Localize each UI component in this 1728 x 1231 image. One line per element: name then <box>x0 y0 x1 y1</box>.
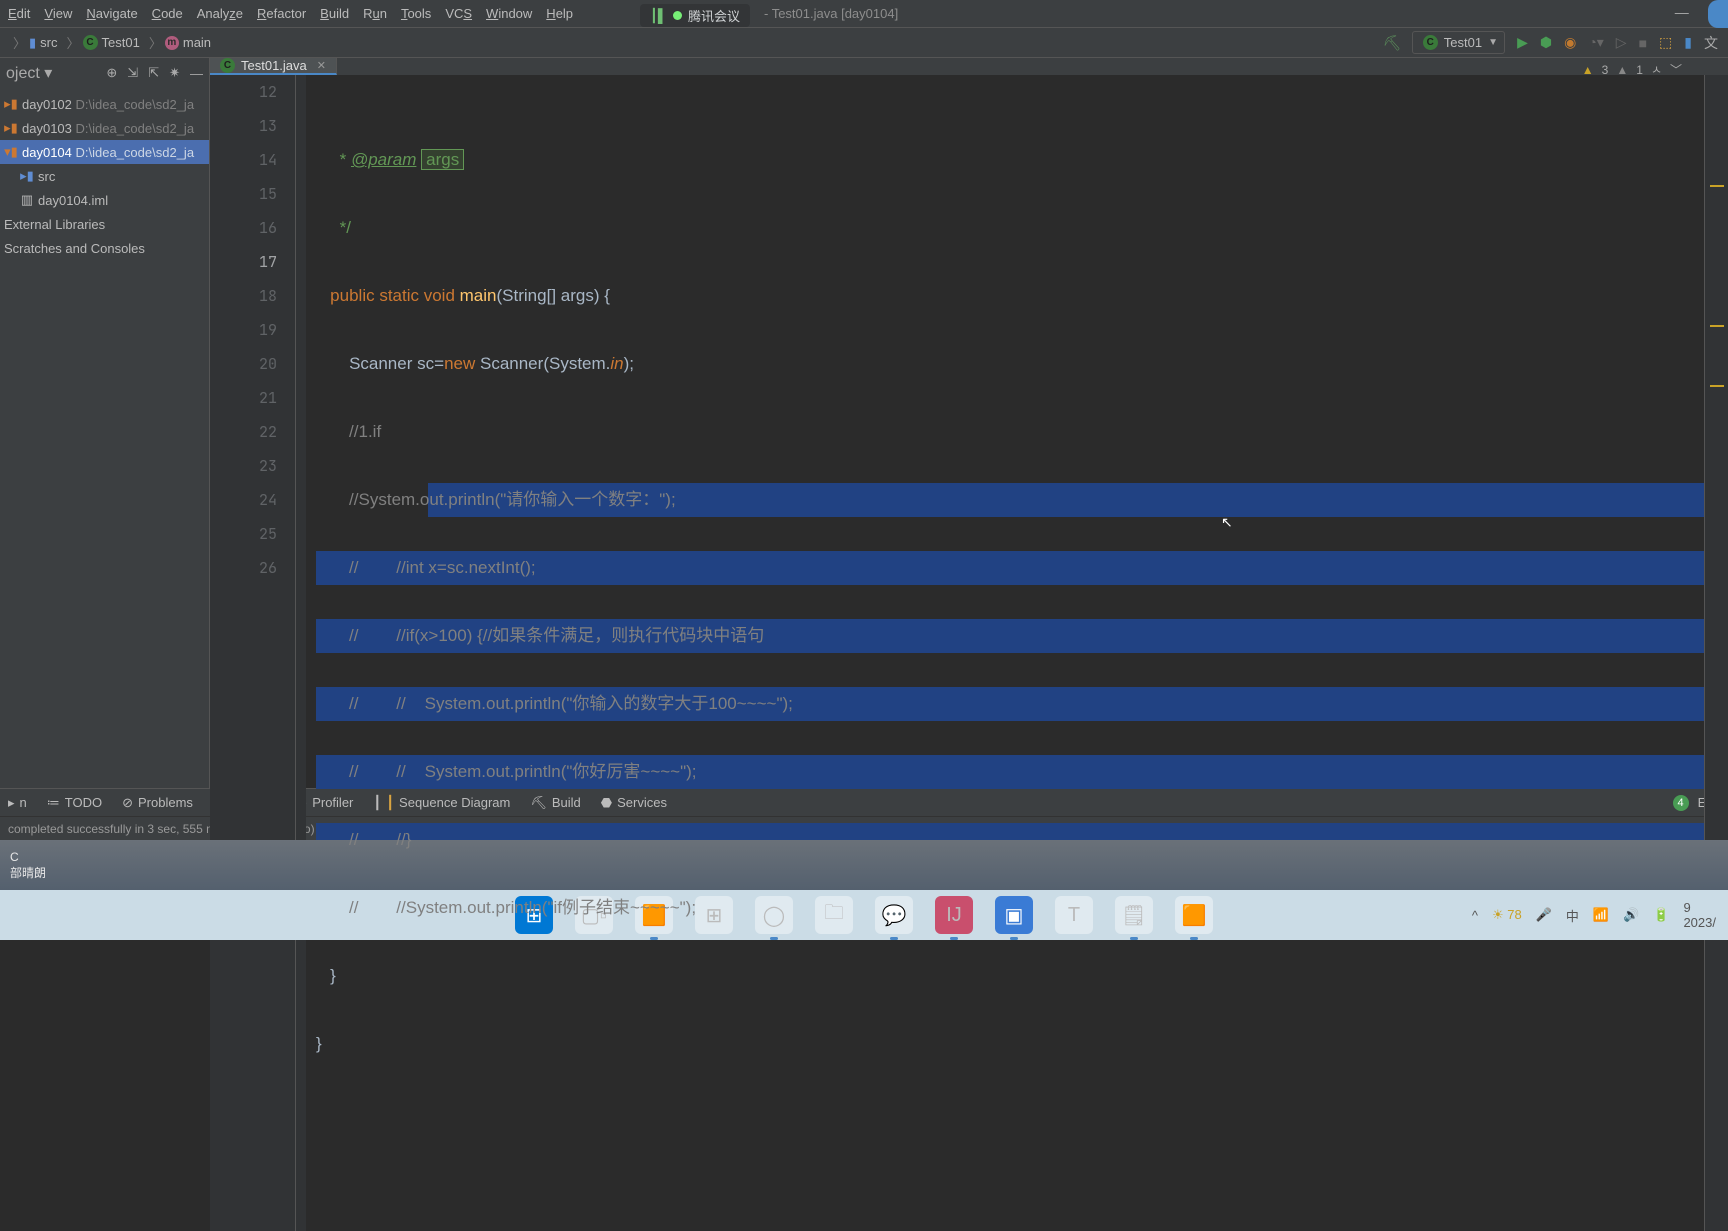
menu-help[interactable]: Help <box>546 6 573 21</box>
gutter[interactable]: 12 13 14 15 16 17 18 19 20 21 22 23 24 2… <box>210 75 296 1231</box>
menu-vcs[interactable]: VCS <box>445 6 472 21</box>
tray-temperature[interactable]: ☀ 78 <box>1492 907 1522 923</box>
stop-button[interactable]: ■ <box>1639 35 1647 51</box>
menu-run[interactable]: Run <box>363 6 387 21</box>
tray-battery-icon[interactable]: 🔋 <box>1653 907 1669 923</box>
settings-icon[interactable]: ✷ <box>169 65 180 81</box>
run-button[interactable]: ▶ <box>1517 34 1528 51</box>
expand-icon[interactable]: ⇲ <box>127 65 138 81</box>
tray-wifi-icon[interactable]: 📶 <box>1593 907 1609 923</box>
tree-node-day0103[interactable]: ▸▮day0103 D:\idea_code\sd2_ja <box>0 116 209 140</box>
code-area[interactable]: ▲3 ▲1 ㅅ ﹀ * @param args */ public static… <box>306 75 1704 1231</box>
tree-node-day0102[interactable]: ▸▮day0102 D:\idea_code\sd2_ja <box>0 92 209 116</box>
inspection-widget[interactable]: ▲3 ▲1 ㅅ ﹀ <box>1582 53 1682 87</box>
menu-build[interactable]: Build <box>320 6 349 21</box>
tab-run[interactable]: ▸ n <box>8 795 27 811</box>
code-with-me-icon[interactable]: ⬚ <box>1659 34 1672 51</box>
ide-settings-icon[interactable]: 文 <box>1704 33 1718 53</box>
project-header: oject ▾ ⊕ ⇲ ⇱ ✷ — <box>0 58 209 88</box>
system-tray: ^ ☀ 78 🎤 中 📶 🔊 🔋 92023/ <box>1472 900 1716 930</box>
taskbar-wechat[interactable]: 💬 <box>875 896 913 934</box>
build-button[interactable]: ⛏ <box>1383 34 1402 52</box>
desktop-weather-widget[interactable]: C 部晴朗 <box>0 840 1728 890</box>
project-tree[interactable]: ▸▮day0102 D:\idea_code\sd2_ja ▸▮day0103 … <box>0 88 209 788</box>
warning-icon: ▲ <box>1582 53 1594 87</box>
weak-warning-icon: ▲ <box>1616 53 1628 87</box>
tree-node-scratches[interactable]: Scratches and Consoles <box>0 236 209 260</box>
profile-button[interactable]: ◔▾ <box>1588 34 1603 51</box>
error-stripe[interactable] <box>1704 75 1728 1231</box>
menu-view[interactable]: View <box>44 6 72 21</box>
taskbar-explorer[interactable]: 🗀 <box>815 896 853 934</box>
attach-button[interactable]: ▷ <box>1616 34 1627 51</box>
menu-analyze[interactable]: Analyze <box>197 6 243 21</box>
tree-node-day0104[interactable]: ▾▮day0104 D:\idea_code\sd2_ja <box>0 140 209 164</box>
navigation-bar: 〉 ▮src 〉 CTest01 〉 mmain ⛏ CTest01▼ ▶ ⬢ … <box>0 28 1728 58</box>
project-label: oject ▾ <box>6 63 52 83</box>
tree-node-src[interactable]: ▸▮src <box>0 164 209 188</box>
tray-volume-icon[interactable]: 🔊 <box>1623 907 1639 923</box>
tray-mic-icon[interactable]: 🎤 <box>1536 907 1552 923</box>
breadcrumb-class[interactable]: CTest01 <box>83 35 140 50</box>
meeting-icon: ┃▌ <box>650 8 667 24</box>
collapse-icon[interactable]: ⇱ <box>148 65 159 81</box>
menu-code[interactable]: Code <box>152 6 183 21</box>
editor-tabs: C Test01.java ✕ <box>210 58 1728 75</box>
tab-test01[interactable]: C Test01.java ✕ <box>210 58 337 75</box>
debug-button[interactable]: ⬢ <box>1540 34 1552 51</box>
taskbar-intellij[interactable]: IJ <box>935 896 973 934</box>
close-tab-icon[interactable]: ✕ <box>317 59 326 72</box>
tab-label: Test01.java <box>241 58 307 73</box>
class-icon: C <box>220 58 235 73</box>
tray-ime[interactable]: 中 <box>1566 906 1579 925</box>
tray-clock[interactable]: 92023/ <box>1683 900 1716 930</box>
tab-todo[interactable]: ≔ TODO <box>47 795 102 811</box>
profile-avatar[interactable] <box>1708 0 1728 28</box>
menu-refactor[interactable]: Refactor <box>257 6 306 21</box>
tree-node-external-libraries[interactable]: External Libraries <box>0 212 209 236</box>
minimize-button[interactable]: — <box>1675 4 1689 21</box>
editor: C Test01.java ✕ 12 13 14 15 16 17 18 19 … <box>210 58 1728 788</box>
taskbar-meeting[interactable]: ▣ <box>995 896 1033 934</box>
recording-dot-icon <box>673 11 682 20</box>
menu-navigate[interactable]: Navigate <box>86 6 137 21</box>
hide-icon[interactable]: — <box>190 66 203 81</box>
meeting-name: 腾讯会议 <box>688 6 740 25</box>
tray-chevron-icon[interactable]: ^ <box>1472 908 1478 923</box>
menu-tools[interactable]: Tools <box>401 6 431 21</box>
project-tool-window: oject ▾ ⊕ ⇲ ⇱ ✷ — ▸▮day0102 D:\idea_code… <box>0 58 210 788</box>
search-everywhere-icon[interactable]: ▮ <box>1684 34 1692 51</box>
fold-column[interactable] <box>296 75 306 1231</box>
taskbar-notepad[interactable]: 🗒 <box>1115 896 1153 934</box>
breadcrumb-src[interactable]: ▮src <box>29 35 58 51</box>
locate-icon[interactable]: ⊕ <box>106 65 117 81</box>
window-title: - Test01.java [day0104] <box>764 6 898 21</box>
meeting-overlay[interactable]: ┃▌ 腾讯会议 <box>640 4 750 27</box>
prev-highlight-icon[interactable]: ㅅ <box>1651 53 1662 87</box>
tree-node-iml[interactable]: ▥day0104.iml <box>0 188 209 212</box>
next-highlight-icon[interactable]: ﹀ <box>1670 53 1682 87</box>
tab-problems[interactable]: ⊘ Problems <box>122 795 193 811</box>
windows-taskbar: ⊞ ▢▫ 🟧 ⊞ ◯ 🗀 💬 IJ ▣ T 🗒 🟧 ^ ☀ 78 🎤 中 📶 🔊… <box>0 890 1728 940</box>
run-configuration-selector[interactable]: CTest01▼ <box>1412 31 1505 54</box>
taskbar-app-2[interactable]: ⊞ <box>695 896 733 934</box>
breadcrumb-method[interactable]: mmain <box>165 35 211 50</box>
menu-window[interactable]: Window <box>486 6 532 21</box>
editor-area[interactable]: 12 13 14 15 16 17 18 19 20 21 22 23 24 2… <box>210 75 1728 1231</box>
taskbar-typora[interactable]: T <box>1055 896 1093 934</box>
coverage-button[interactable]: ◉ <box>1564 34 1576 51</box>
taskbar-app-9[interactable]: 🟧 <box>1175 896 1213 934</box>
taskbar-chrome[interactable]: ◯ <box>755 896 793 934</box>
chevron-down-icon: ▼ <box>1488 37 1498 48</box>
menu-edit[interactable]: Edit <box>8 6 30 21</box>
